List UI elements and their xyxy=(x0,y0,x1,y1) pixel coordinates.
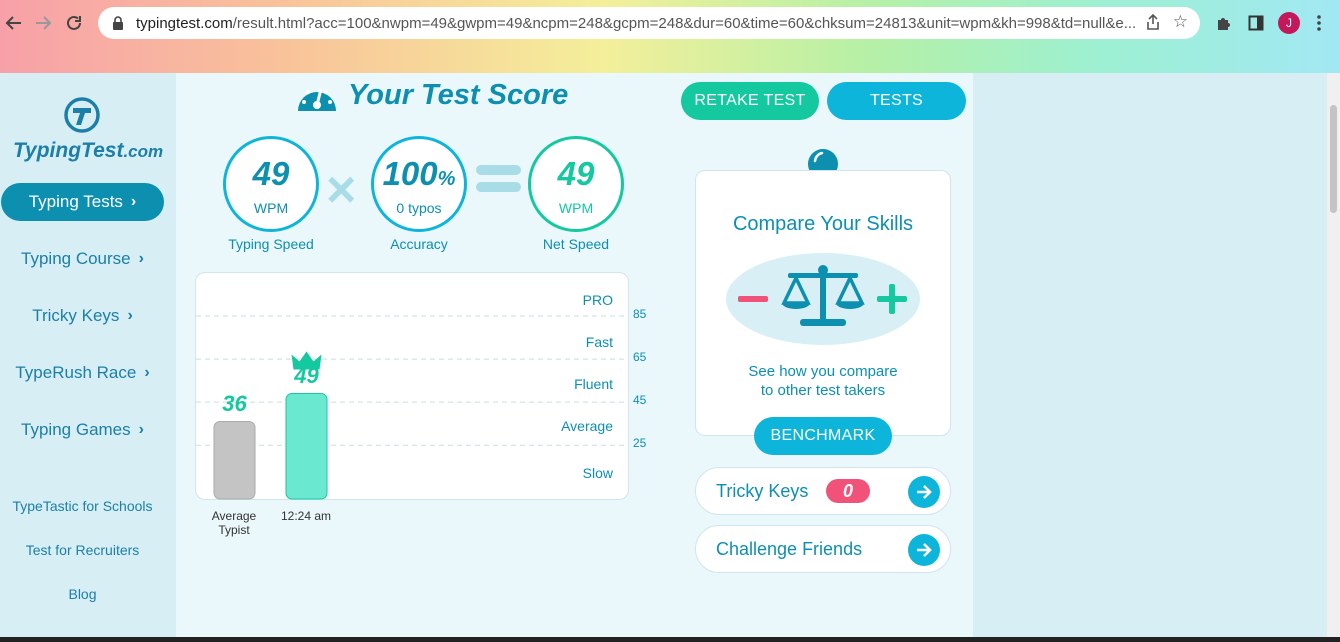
compare-skills-card: Compare Your Skills See how you compare t… xyxy=(695,170,951,436)
net-speed-unit: WPM xyxy=(558,200,594,216)
forward-arrow-icon[interactable] xyxy=(32,12,54,34)
window-bottom-edge xyxy=(0,637,1340,642)
tricky-keys-label: Tricky Keys xyxy=(716,481,809,501)
page-title: Your Test Score xyxy=(348,79,569,111)
reload-icon[interactable] xyxy=(63,12,85,34)
link-typetastic-schools[interactable]: TypeTastic for Schools xyxy=(0,498,165,514)
sidebar-item-typerush-race[interactable]: TypeRush Race › xyxy=(0,354,165,392)
sidebar: TypingTest.com Typing Tests › Typing Cou… xyxy=(0,73,165,642)
threshold-tick-label: 85 xyxy=(633,307,647,322)
typing-speed-circle: 49 WPM xyxy=(223,136,319,232)
sidebar-item-label: TypeRush Race xyxy=(15,363,137,382)
bar-value-label: 36 xyxy=(222,390,247,416)
threshold-tick-label: 45 xyxy=(633,393,647,408)
arrow-right-icon[interactable] xyxy=(908,534,940,566)
sidebar-item-label: Typing Course xyxy=(21,249,131,268)
level-label-average: Average xyxy=(561,418,613,434)
puzzle-icon[interactable] xyxy=(1213,12,1235,34)
side-panel-icon[interactable] xyxy=(1245,12,1267,34)
level-label-slow: Slow xyxy=(582,465,613,481)
address-bar[interactable]: typingtest.com/result.html?acc=100&nwpm=… xyxy=(98,7,1200,39)
level-label-fast: Fast xyxy=(585,334,613,350)
logo-mark-icon xyxy=(64,97,100,133)
challenge-friends-label: Challenge Friends xyxy=(716,539,863,559)
level-label-fluent: Fluent xyxy=(574,376,613,392)
net-speed-label: Net Speed xyxy=(542,236,610,252)
challenge-friends-link[interactable]: Challenge Friends xyxy=(695,525,951,573)
sidebar-item-label: Tricky Keys xyxy=(32,306,120,325)
level-label-pro: PRO xyxy=(582,292,613,308)
compare-title: Compare Your Skills xyxy=(732,213,914,235)
multiply-icon: × xyxy=(326,161,357,219)
kebab-menu-icon[interactable] xyxy=(1308,12,1330,34)
share-icon[interactable] xyxy=(1146,13,1160,34)
bar-label-average-typist: Average Typist xyxy=(211,509,257,537)
speed-comparison-chart: PRO Fast Fluent Average Slow 36 49 xyxy=(195,272,629,500)
arrow-right-icon[interactable] xyxy=(908,476,940,508)
chevron-right-icon: › xyxy=(138,421,144,438)
typing-speed-unit: WPM xyxy=(253,200,289,216)
chart-plot xyxy=(196,315,624,500)
sidebar-item-tricky-keys[interactable]: Tricky Keys › xyxy=(0,297,165,335)
link-test-for-recruiters[interactable]: Test for Recruiters xyxy=(0,542,165,558)
sidebar-item-label: Typing Games xyxy=(21,420,131,439)
bar-value-label: 49 xyxy=(294,362,319,388)
compare-description: See how you compare to other test takers xyxy=(748,363,898,399)
chevron-right-icon: › xyxy=(144,364,150,381)
url-path: /result.html?acc=100&nwpm=49&gwpm=49&ncp… xyxy=(232,14,1137,32)
scrollbar-thumb[interactable] xyxy=(1330,105,1337,213)
browser-toolbar: typingtest.com/result.html?acc=100&nwpm=… xyxy=(0,0,1340,73)
equals-icon xyxy=(476,161,521,194)
bar-user xyxy=(285,393,328,500)
threshold-tick-label: 65 xyxy=(633,350,647,365)
bar-label-user: 12:24 am xyxy=(280,509,332,523)
tests-button[interactable]: TESTS xyxy=(827,82,966,120)
threshold-tick-label: 25 xyxy=(633,436,647,451)
accuracy-value: 100% xyxy=(382,155,456,192)
link-blog[interactable]: Blog xyxy=(0,586,165,602)
benchmark-button[interactable]: BENCHMARK xyxy=(754,417,892,455)
typing-speed-label: Typing Speed xyxy=(228,236,314,252)
profile-avatar[interactable]: J xyxy=(1278,12,1300,34)
net-speed-value: 49 xyxy=(557,155,595,192)
chevron-right-icon: › xyxy=(127,307,133,324)
lock-icon xyxy=(112,16,124,30)
page-scrollbar[interactable] xyxy=(1327,73,1340,642)
balance-scale-icon xyxy=(726,253,920,345)
chevron-right-icon: › xyxy=(130,193,137,210)
logo-text: TypingTest.com xyxy=(13,139,164,162)
chevron-right-icon: › xyxy=(138,250,144,267)
tricky-keys-count-badge: 0 xyxy=(826,479,870,503)
typing-speed-value: 49 xyxy=(252,155,290,192)
accuracy-circle: 100% 0 typos xyxy=(371,136,467,232)
sidebar-item-label: Typing Tests xyxy=(28,192,123,211)
net-speed-circle: 49 WPM xyxy=(528,136,624,232)
sidebar-item-typing-tests[interactable]: Typing Tests › xyxy=(1,183,164,221)
retake-test-button[interactable]: RETAKE TEST xyxy=(681,82,819,120)
sidebar-item-typing-course[interactable]: Typing Course › xyxy=(0,240,165,278)
bar-average-typist xyxy=(213,421,256,500)
typo-count: 0 typos xyxy=(396,200,442,216)
speedometer-icon xyxy=(298,88,336,111)
sidebar-item-typing-games[interactable]: Typing Games › xyxy=(0,411,165,449)
url-host: typingtest.com xyxy=(136,14,233,32)
star-icon[interactable]: ☆ xyxy=(1173,12,1188,32)
tricky-keys-link[interactable]: Tricky Keys 0 xyxy=(695,467,951,515)
accuracy-label: Accuracy xyxy=(390,236,448,252)
results-panel: Your Test Score RETAKE TEST TESTS 49 WPM… xyxy=(176,73,973,642)
back-arrow-icon[interactable] xyxy=(3,12,25,34)
